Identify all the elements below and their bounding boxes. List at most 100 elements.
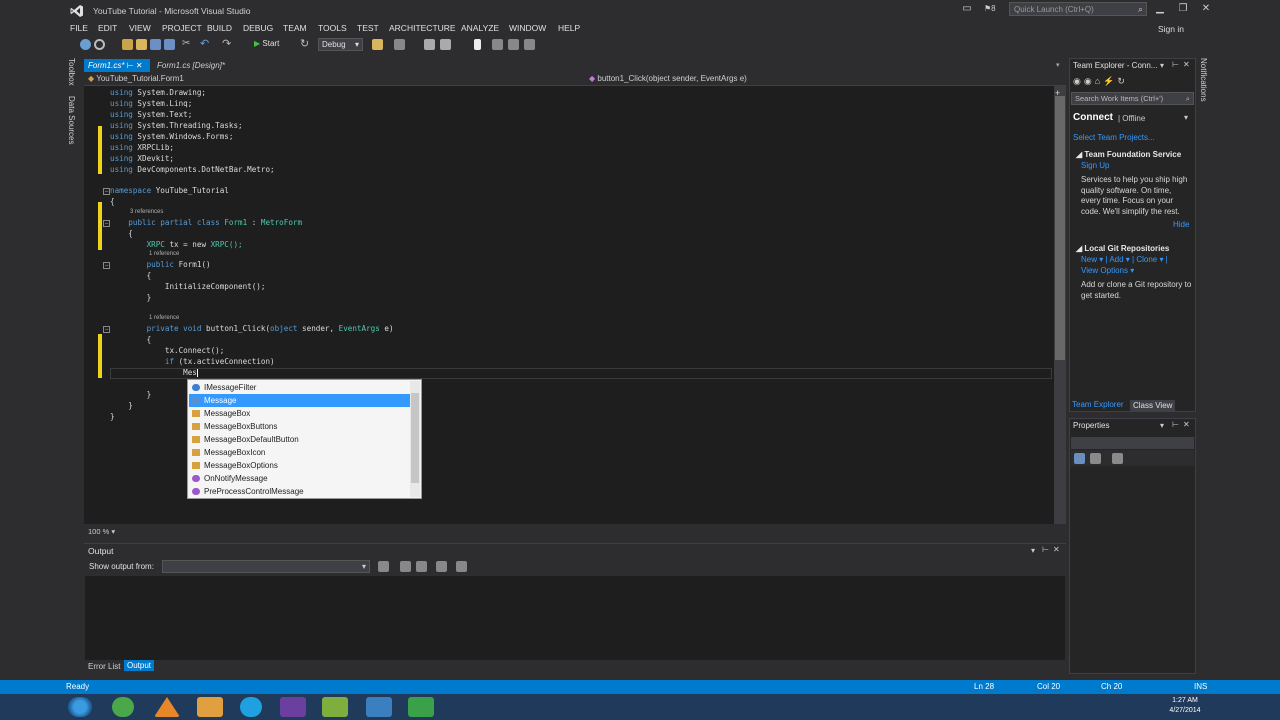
data-sources-tab[interactable]: Data Sources [67,96,76,144]
forward-icon[interactable] [94,39,105,50]
minimize-button[interactable]: ▁ [1153,3,1167,15]
editor-app-icon[interactable] [322,697,348,717]
uncomment-icon[interactable] [440,39,451,50]
team-explorer-toolbar[interactable]: ◉◉⌂⚡↻ [1073,76,1128,87]
menu-tools[interactable]: TOOLS [318,23,347,33]
prev-message-icon[interactable] [400,561,411,572]
cut-icon[interactable]: ✂ [182,39,193,50]
collapse-class-icon[interactable]: − [103,220,110,227]
collapse-method-icon[interactable]: − [103,326,110,333]
home-icon[interactable]: ⌂ [1095,76,1103,86]
utorrent-icon[interactable] [112,697,134,717]
menu-window[interactable]: WINDOW [509,23,546,33]
solution-configuration-select[interactable]: Debug ▾ [318,38,363,51]
menu-test[interactable]: TEST [357,23,379,33]
intellisense-list[interactable]: IMessageFilter Message MessageBox Messag… [187,379,422,499]
intellisense-scrollbar-thumb[interactable] [411,393,419,483]
menu-view[interactable]: VIEW [129,23,151,33]
comment-icon[interactable] [424,39,435,50]
git-new-add-clone-links[interactable]: New ▾ | Add ▾ | Clone ▾ | [1081,255,1193,266]
tab-output[interactable]: Output [124,660,155,671]
property-pages-icon[interactable] [1112,453,1123,464]
collapse-ctor-icon[interactable]: − [103,262,110,269]
hide-link[interactable]: Hide [1173,220,1189,229]
close-icon[interactable]: ✕ [1183,420,1190,429]
bookmark-clear-icon[interactable] [524,39,535,50]
restore-button[interactable]: ❐ [1176,3,1190,15]
editor-scrollbar-thumb[interactable] [1055,96,1065,360]
completion-item[interactable]: MessageBoxOptions [189,459,410,472]
visual-studio-taskbar-icon[interactable] [280,697,306,717]
skype-icon[interactable] [240,697,262,717]
collapse-namespace-icon[interactable]: − [103,188,110,195]
redo-icon[interactable]: ↷ [222,39,233,50]
word-wrap-icon[interactable] [456,561,467,572]
bookmark-icon[interactable] [474,39,481,50]
class-references-lens[interactable]: 3 references [130,209,163,215]
clear-all-icon[interactable] [436,561,447,572]
menu-analyze[interactable]: ANALYZE [461,23,499,33]
vlc-icon[interactable] [154,697,180,717]
tfs-section-heading[interactable]: ◢ Team Foundation Service [1076,150,1181,159]
close-icon[interactable]: ✕ [1183,60,1190,69]
member-dropdown[interactable]: ◆ button1_Click(object sender, EventArgs… [589,74,747,83]
menu-help[interactable]: HELP [558,23,580,33]
toolbox-tab[interactable]: Toolbox [67,58,76,86]
completion-item[interactable]: MessageBoxDefaultButton [189,433,410,446]
sign-in-link[interactable]: Sign in [1158,24,1184,34]
tab-form1-cs[interactable]: Form1.cs* ⊢ ✕ [84,59,150,72]
folder-icon[interactable] [197,697,223,717]
find-message-icon[interactable] [378,561,389,572]
bookmark-next-icon[interactable] [508,39,519,50]
menu-debug[interactable]: DEBUG [243,23,273,33]
back-icon[interactable]: ◉ [1073,76,1084,86]
menu-edit[interactable]: EDIT [98,23,117,33]
categorized-icon[interactable] [1074,453,1085,464]
tab-team-explorer[interactable]: Team Explorer [1072,400,1124,409]
sign-up-link[interactable]: Sign Up [1081,161,1109,170]
menu-project[interactable]: PROJECT [162,23,202,33]
panel-menu-icon[interactable]: ▾ [1031,546,1035,555]
back-icon[interactable] [80,39,91,50]
pin-icon[interactable]: ⊢ [127,61,134,70]
menu-team[interactable]: TEAM [283,23,307,33]
completion-item[interactable]: MessageBoxIcon [189,446,410,459]
git-section-heading[interactable]: ◢ Local Git Repositories [1076,244,1169,253]
pin-icon[interactable]: ⊢ [1172,60,1179,69]
save-icon[interactable] [150,39,161,50]
find-icon[interactable] [394,39,405,50]
completion-item[interactable]: IMessageFilter [189,381,410,394]
connect-icon[interactable]: ⚡ [1103,76,1117,86]
zoom-level-select[interactable]: 100 % ▾ [88,527,115,536]
tab-error-list[interactable]: Error List [88,662,120,671]
notification-flag-count[interactable]: ⚑8 [984,4,996,13]
solution-platform-icon[interactable] [372,39,383,50]
new-project-icon[interactable] [122,39,133,50]
completion-item[interactable]: MessageBox [189,407,410,420]
properties-object-select[interactable] [1071,437,1194,449]
open-file-icon[interactable] [136,39,147,50]
tab-overflow-icon[interactable]: ▾ [1056,61,1060,69]
next-message-icon[interactable] [416,561,427,572]
start-orb-icon[interactable] [68,697,92,717]
click-references-lens[interactable]: 1 reference [149,315,179,321]
system-clock[interactable]: 1:27 AM 4/27/2014 [1160,696,1210,716]
pin-icon[interactable]: ⊢ [1172,420,1179,429]
save-all-icon[interactable] [164,39,175,50]
completion-item-selected[interactable]: Message [189,394,410,407]
menu-file[interactable]: FILE [70,23,88,33]
view-options-link[interactable]: View Options ▾ [1081,266,1193,277]
feedback-icon[interactable]: ▭ [960,3,974,15]
type-dropdown[interactable]: ◆ YouTube_Tutorial.Form1 [88,74,184,83]
output-source-select[interactable]: ▾ [162,560,370,573]
undo-icon[interactable]: ↶ [200,39,211,50]
refresh-icon[interactable]: ↻ [1117,76,1128,86]
work-items-search-input[interactable]: Search Work Items (Ctrl+') ⌕ [1071,92,1194,105]
xbox-tool-icon[interactable] [408,697,434,717]
network-app-icon[interactable] [366,697,392,717]
forward-icon[interactable]: ◉ [1084,76,1095,86]
bookmark-prev-icon[interactable] [492,39,503,50]
close-button[interactable]: ✕ [1199,3,1213,15]
panel-menu-icon[interactable]: ▾ [1160,61,1164,70]
quick-launch-input[interactable]: Quick Launch (Ctrl+Q) ⌕ [1009,2,1147,16]
